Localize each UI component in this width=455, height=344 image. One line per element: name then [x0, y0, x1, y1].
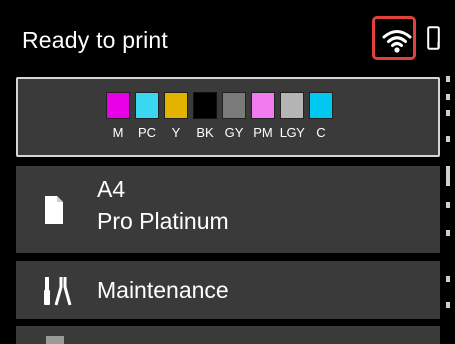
- ink-c: C: [309, 92, 333, 148]
- ink-pc: PC: [135, 92, 159, 148]
- scroll-indicator: [446, 70, 450, 344]
- maintenance-row[interactable]: Maintenance: [16, 261, 440, 319]
- ink-list: M PC Y BK GY PM LGY C: [106, 92, 333, 148]
- ink-label: Y: [171, 125, 181, 140]
- ink-label: LGY: [279, 125, 305, 140]
- ink-swatch: [280, 92, 304, 119]
- device-icon[interactable]: [427, 26, 440, 50]
- ink-bk: BK: [193, 92, 217, 148]
- ink-level-panel[interactable]: M PC Y BK GY PM LGY C: [16, 77, 440, 157]
- wifi-icon: [382, 30, 412, 53]
- paper-settings-row[interactable]: A4 Pro Platinum: [16, 166, 440, 253]
- maintenance-label: Maintenance: [97, 277, 229, 303]
- paper-size: A4: [97, 176, 126, 202]
- ink-label: C: [316, 125, 326, 140]
- ink-lgy: LGY: [279, 92, 305, 148]
- ink-gy: GY: [222, 92, 246, 148]
- ink-label: M: [112, 125, 124, 140]
- paper-icon: [45, 196, 63, 224]
- ink-swatch: [164, 92, 188, 119]
- ink-swatch: [251, 92, 275, 119]
- ink-swatch: [193, 92, 217, 119]
- ink-label: PC: [137, 125, 157, 140]
- printer-screen: Ready to print M PC Y BK GY PM LGY C A4 Pro Pla…: [0, 0, 455, 344]
- next-menu-row[interactable]: [16, 326, 440, 344]
- status-text: Ready to print: [22, 27, 168, 53]
- ink-swatch: [135, 92, 159, 119]
- ink-pm: PM: [251, 92, 275, 148]
- ink-y: Y: [164, 92, 188, 148]
- ink-m: M: [106, 92, 130, 148]
- header: Ready to print: [0, 0, 455, 72]
- menu-icon: [46, 336, 64, 344]
- maintenance-icon: [44, 277, 72, 306]
- wifi-button[interactable]: [372, 16, 416, 60]
- ink-swatch: [222, 92, 246, 119]
- paper-type: Pro Platinum: [97, 208, 229, 234]
- ink-label: BK: [196, 125, 214, 140]
- ink-label: PM: [253, 125, 273, 140]
- ink-label: GY: [224, 125, 244, 140]
- ink-swatch: [309, 92, 333, 119]
- ink-swatch: [106, 92, 130, 119]
